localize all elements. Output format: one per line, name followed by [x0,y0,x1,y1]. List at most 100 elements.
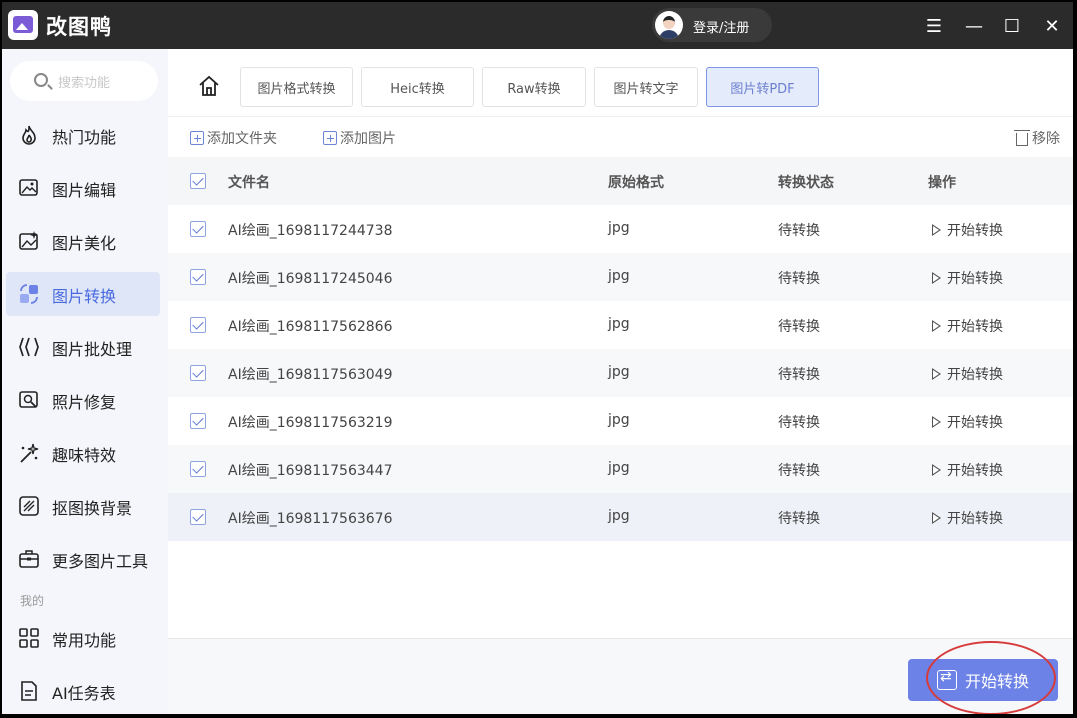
sidebar-item-image-convert[interactable]: 图片转换 [6,272,160,316]
row-checkbox[interactable] [190,365,206,381]
sidebar-item-more-tools[interactable]: 更多图片工具 [6,537,160,581]
tab-heic[interactable]: Heic转换 [361,67,474,107]
tab-image-to-pdf[interactable]: 图片转PDF [706,67,819,107]
toolbar: 添加文件夹 添加图片 移除 [168,117,1073,157]
file-name: AI绘画_1698117563049 [228,367,393,383]
file-name: AI绘画_1698117245046 [228,271,393,287]
add-image-label: 添加图片 [340,131,396,147]
sidebar-item-label: 抠图换背景 [52,499,133,518]
sidebar-item-photo-repair[interactable]: 照片修复 [6,378,160,422]
row-action-label: 开始转换 [947,367,1003,383]
header-action: 操作 [928,175,956,191]
row-checkbox[interactable] [190,317,206,333]
play-icon [932,464,941,476]
image-edit-icon [19,179,38,196]
highlight-ring [926,641,1056,714]
row-action-label: 开始转换 [947,319,1003,335]
maximize-icon[interactable]: ☐ [998,12,1026,40]
remove-button[interactable]: 移除 [1014,128,1060,148]
cutout-icon [19,496,39,516]
title-bar: 改图鸭 登录/注册 ☰ — ☐ ✕ [2,2,1073,49]
file-name: AI绘画_1698117562866 [228,319,393,335]
table-row: AI绘画_1698117245046 jpg 待转换 开始转换 [168,253,1073,301]
document-icon [21,681,37,701]
select-all-checkbox[interactable] [190,173,206,189]
add-image-icon [323,131,337,145]
file-name: AI绘画_1698117563447 [228,463,393,479]
file-format: jpg [608,508,630,524]
row-start-button[interactable]: 开始转换 [932,268,1003,288]
header-name: 文件名 [228,175,270,191]
row-checkbox[interactable] [190,221,206,237]
row-start-button[interactable]: 开始转换 [932,364,1003,384]
app-window: 改图鸭 登录/注册 ☰ — ☐ ✕ 搜索功能 热门功能 图片编辑 图片美化 图片 [2,2,1073,714]
sidebar-item-ai-tasks[interactable]: AI任务表 [6,669,160,713]
row-start-button[interactable]: 开始转换 [932,508,1003,528]
file-status: 待转换 [778,319,820,335]
sidebar-item-label: 图片编辑 [52,181,117,200]
file-status: 待转换 [778,463,820,479]
row-checkbox[interactable] [190,509,206,525]
home-icon[interactable] [198,75,220,97]
row-action-label: 开始转换 [947,463,1003,479]
row-action-label: 开始转换 [947,223,1003,239]
table-row: AI绘画_1698117563219 jpg 待转换 开始转换 [168,397,1073,445]
row-checkbox[interactable] [190,269,206,285]
play-icon [932,368,941,380]
login-button[interactable]: 登录/注册 [652,8,772,42]
row-start-button[interactable]: 开始转换 [932,220,1003,240]
row-action-label: 开始转换 [947,415,1003,431]
file-format: jpg [608,220,630,236]
photo-repair-icon [19,391,38,408]
row-start-button[interactable]: 开始转换 [932,412,1003,432]
login-label: 登录/注册 [693,21,750,36]
add-image-button[interactable]: 添加图片 [323,128,396,148]
file-status: 待转换 [778,367,820,383]
search-placeholder: 搜索功能 [58,76,111,91]
tab-image-to-text[interactable]: 图片转文字 [594,67,698,107]
search-input[interactable]: 搜索功能 [10,61,158,101]
sparkle-icon [20,443,39,463]
row-checkbox[interactable] [190,413,206,429]
sidebar-item-cutout[interactable]: 抠图换背景 [6,484,160,528]
section-label-mine: 我的 [20,594,45,608]
row-start-button[interactable]: 开始转换 [932,460,1003,480]
file-format: jpg [608,412,630,428]
play-icon [932,320,941,332]
app-title: 改图鸭 [46,15,112,39]
sidebar-item-hot[interactable]: 热门功能 [6,113,160,157]
file-format: jpg [608,460,630,476]
sidebar-item-label: 趣味特效 [52,446,117,465]
sidebar-item-label: 照片修复 [52,393,117,412]
file-name: AI绘画_1698117244738 [228,223,393,239]
file-status: 待转换 [778,415,820,431]
menu-icon[interactable]: ☰ [920,12,948,40]
play-icon [932,272,941,284]
table-row: AI绘画_1698117244738 jpg 待转换 开始转换 [168,205,1073,253]
file-name: AI绘画_1698117563676 [228,511,393,527]
sidebar-item-image-beautify[interactable]: 图片美化 [6,219,160,263]
sidebar-item-image-edit[interactable]: 图片编辑 [6,166,160,210]
play-icon [932,416,941,428]
grid-icon [19,628,39,648]
tab-raw[interactable]: Raw转换 [482,67,586,107]
flame-icon [22,125,36,145]
footer-bar: 开始转换 [168,638,1073,714]
play-icon [932,224,941,236]
app-logo-icon [8,10,38,40]
sidebar-item-batch[interactable]: 图片批处理 [6,325,160,369]
add-folder-button[interactable]: 添加文件夹 [190,128,277,148]
sidebar-item-common[interactable]: 常用功能 [6,616,160,660]
row-start-button[interactable]: 开始转换 [932,316,1003,336]
row-checkbox[interactable] [190,461,206,477]
table-row: AI绘画_1698117563676 jpg 待转换 开始转换 [168,493,1073,541]
minimize-icon[interactable]: — [960,12,988,40]
remove-label: 移除 [1032,131,1060,147]
close-icon[interactable]: ✕ [1038,12,1066,40]
avatar [655,11,683,39]
sidebar-item-effects[interactable]: 趣味特效 [6,431,160,475]
sidebar-item-label: 热门功能 [52,128,117,147]
main-panel: 图片格式转换 Heic转换 Raw转换 图片转文字 图片转PDF 添加文件夹 添… [168,49,1073,714]
image-convert-icon [20,284,38,304]
tab-image-format[interactable]: 图片格式转换 [240,67,353,107]
